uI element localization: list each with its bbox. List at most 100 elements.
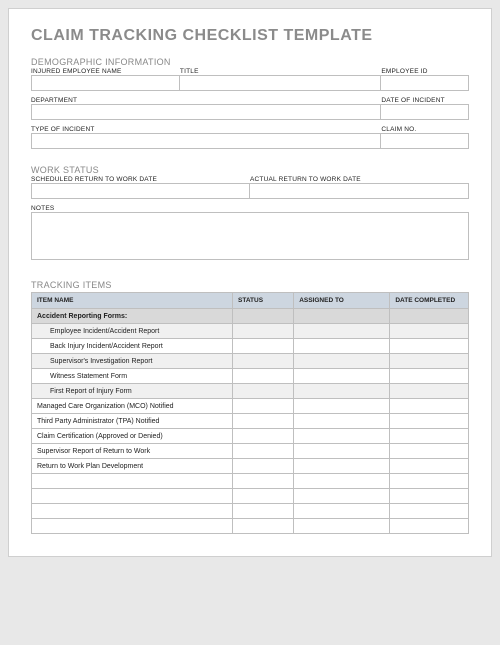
document-page: CLAIM TRACKING CHECKLIST TEMPLATE DEMOGR… <box>8 8 492 557</box>
col-assigned: ASSIGNED TO <box>294 293 390 309</box>
col-status: STATUS <box>233 293 294 309</box>
cell-item <box>32 474 233 489</box>
table-row <box>32 504 469 519</box>
cell-item: First Report of Injury Form <box>32 384 233 399</box>
table-row: Supervisor Report of Return to Work <box>32 444 469 459</box>
cell-status[interactable] <box>233 324 294 339</box>
cell-assigned[interactable] <box>294 474 390 489</box>
table-row: Claim Certification (Approved or Denied) <box>32 429 469 444</box>
input-date-of-incident[interactable] <box>381 104 469 120</box>
cell-assigned[interactable] <box>294 384 390 399</box>
cell-status[interactable] <box>233 309 294 324</box>
label-type-of-incident: TYPE OF INCIDENT <box>31 126 381 133</box>
label-notes: NOTES <box>31 205 469 212</box>
cell-status[interactable] <box>233 369 294 384</box>
cell-date[interactable] <box>390 444 469 459</box>
cell-item: Return to Work Plan Development <box>32 459 233 474</box>
cell-status[interactable] <box>233 429 294 444</box>
col-item: ITEM NAME <box>32 293 233 309</box>
table-row: Accident Reporting Forms: <box>32 309 469 324</box>
table-row: Employee Incident/Accident Report <box>32 324 469 339</box>
cell-date[interactable] <box>390 489 469 504</box>
work-row-notes: NOTES <box>31 205 469 260</box>
cell-assigned[interactable] <box>294 309 390 324</box>
cell-item: Accident Reporting Forms: <box>32 309 233 324</box>
cell-date[interactable] <box>390 384 469 399</box>
tracking-header-row: ITEM NAME STATUS ASSIGNED TO DATE COMPLE… <box>32 293 469 309</box>
cell-date[interactable] <box>390 414 469 429</box>
section-heading-demographic: DEMOGRAPHIC INFORMATION <box>31 57 469 67</box>
input-employee-name[interactable] <box>31 75 180 91</box>
cell-assigned[interactable] <box>294 369 390 384</box>
input-actual-return[interactable] <box>250 183 469 199</box>
input-title[interactable] <box>180 75 381 91</box>
demo-row-3: TYPE OF INCIDENT CLAIM NO. <box>31 126 469 149</box>
cell-assigned[interactable] <box>294 324 390 339</box>
table-row: Managed Care Organization (MCO) Notified <box>32 399 469 414</box>
input-notes[interactable] <box>31 212 469 260</box>
cell-date[interactable] <box>390 339 469 354</box>
section-heading-work-status: WORK STATUS <box>31 165 469 175</box>
cell-status[interactable] <box>233 519 294 534</box>
cell-status[interactable] <box>233 444 294 459</box>
cell-date[interactable] <box>390 324 469 339</box>
label-department: DEPARTMENT <box>31 97 381 104</box>
cell-assigned[interactable] <box>294 354 390 369</box>
input-claim-no[interactable] <box>381 133 469 149</box>
cell-assigned[interactable] <box>294 519 390 534</box>
cell-date[interactable] <box>390 504 469 519</box>
cell-status[interactable] <box>233 504 294 519</box>
cell-date[interactable] <box>390 474 469 489</box>
label-scheduled-return: SCHEDULED RETURN TO WORK DATE <box>31 176 250 183</box>
input-type-of-incident[interactable] <box>31 133 381 149</box>
cell-status[interactable] <box>233 399 294 414</box>
cell-date[interactable] <box>390 459 469 474</box>
cell-item: Back Injury Incident/Accident Report <box>32 339 233 354</box>
tracking-table: ITEM NAME STATUS ASSIGNED TO DATE COMPLE… <box>31 292 469 534</box>
cell-status[interactable] <box>233 354 294 369</box>
cell-assigned[interactable] <box>294 444 390 459</box>
input-employee-id[interactable] <box>381 75 469 91</box>
cell-status[interactable] <box>233 474 294 489</box>
label-actual-return: ACTUAL RETURN TO WORK DATE <box>250 176 469 183</box>
input-department[interactable] <box>31 104 381 120</box>
table-row <box>32 489 469 504</box>
page-title: CLAIM TRACKING CHECKLIST TEMPLATE <box>31 27 469 45</box>
table-row: Third Party Administrator (TPA) Notified <box>32 414 469 429</box>
label-employee-name: INJURED EMPLOYEE NAME <box>31 68 180 75</box>
cell-status[interactable] <box>233 384 294 399</box>
cell-date[interactable] <box>390 519 469 534</box>
cell-status[interactable] <box>233 339 294 354</box>
cell-assigned[interactable] <box>294 489 390 504</box>
cell-item <box>32 504 233 519</box>
cell-assigned[interactable] <box>294 459 390 474</box>
cell-date[interactable] <box>390 354 469 369</box>
input-scheduled-return[interactable] <box>31 183 250 199</box>
cell-item: Managed Care Organization (MCO) Notified <box>32 399 233 414</box>
cell-item: Supervisor's Investigation Report <box>32 354 233 369</box>
label-employee-id: EMPLOYEE ID <box>381 68 469 75</box>
table-row <box>32 519 469 534</box>
cell-assigned[interactable] <box>294 504 390 519</box>
cell-item: Supervisor Report of Return to Work <box>32 444 233 459</box>
cell-item: Witness Statement Form <box>32 369 233 384</box>
cell-assigned[interactable] <box>294 399 390 414</box>
cell-date[interactable] <box>390 309 469 324</box>
table-row: Back Injury Incident/Accident Report <box>32 339 469 354</box>
cell-status[interactable] <box>233 459 294 474</box>
table-row: Return to Work Plan Development <box>32 459 469 474</box>
cell-status[interactable] <box>233 414 294 429</box>
cell-date[interactable] <box>390 399 469 414</box>
table-row: Supervisor's Investigation Report <box>32 354 469 369</box>
cell-assigned[interactable] <box>294 414 390 429</box>
cell-assigned[interactable] <box>294 339 390 354</box>
section-heading-tracking: TRACKING ITEMS <box>31 280 469 290</box>
cell-date[interactable] <box>390 369 469 384</box>
cell-date[interactable] <box>390 429 469 444</box>
label-claim-no: CLAIM NO. <box>381 126 469 133</box>
label-date-of-incident: DATE OF INCIDENT <box>381 97 469 104</box>
cell-assigned[interactable] <box>294 429 390 444</box>
table-row: First Report of Injury Form <box>32 384 469 399</box>
work-row-1: SCHEDULED RETURN TO WORK DATE ACTUAL RET… <box>31 176 469 199</box>
cell-status[interactable] <box>233 489 294 504</box>
